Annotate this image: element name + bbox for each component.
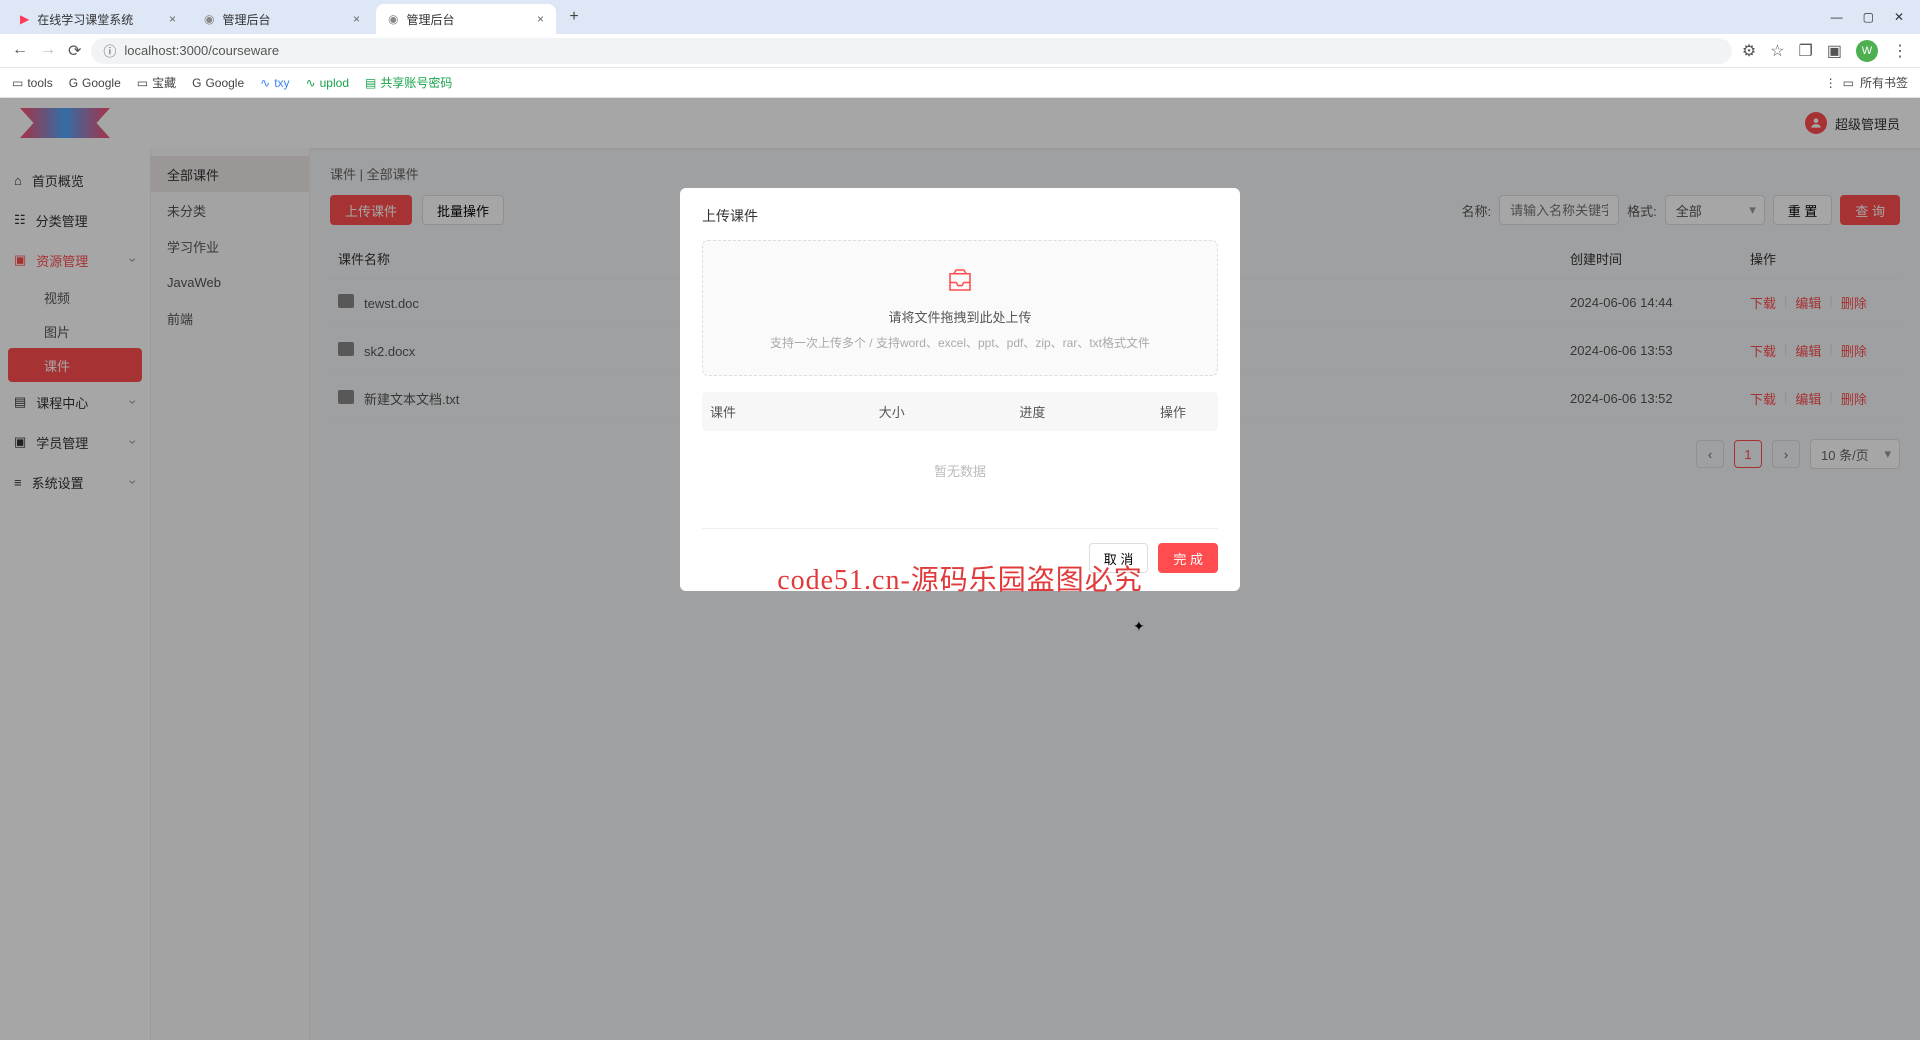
new-tab-button[interactable]: +	[560, 8, 588, 26]
modal-title: 上传课件	[702, 206, 1218, 226]
close-icon[interactable]: ×	[353, 12, 360, 26]
bookmark-overflow-icon[interactable]: ⋮	[1825, 76, 1837, 90]
reload-icon[interactable]: ⟳	[68, 41, 81, 61]
upload-modal: 上传课件 请将文件拖拽到此处上传 支持一次上传多个 / 支持word、excel…	[680, 188, 1240, 591]
bookmark-item[interactable]: ▭ 宝藏	[137, 74, 176, 91]
bookmark-item[interactable]: ∿ uplod	[306, 76, 349, 90]
address-bar: ← → ⟳ ⓘ localhost:3000/courseware ⚙ ☆ ❐ …	[0, 34, 1920, 68]
menu-icon[interactable]: ⋮	[1892, 41, 1908, 61]
url-input[interactable]: ⓘ localhost:3000/courseware	[91, 38, 1731, 64]
side-panel-icon[interactable]: ▣	[1827, 41, 1842, 61]
upload-table-header: 课件 大小 进度 操作	[702, 392, 1218, 431]
upload-col-name: 课件	[710, 402, 879, 421]
cancel-button[interactable]: 取 消	[1089, 543, 1149, 573]
site-info-icon[interactable]: ⓘ	[103, 41, 116, 60]
profile-avatar[interactable]: W	[1856, 40, 1878, 62]
translate-icon[interactable]: ⚙	[1742, 41, 1756, 61]
back-icon[interactable]: ←	[12, 41, 28, 61]
bookmark-item[interactable]: ▭ tools	[12, 76, 53, 90]
bookmark-item[interactable]: G Google	[69, 76, 121, 90]
bookmarks-bar: ▭ tools G Google ▭ 宝藏 G Google ∿ txy ∿ u…	[0, 68, 1920, 98]
inbox-icon	[943, 265, 977, 295]
browser-tab-2[interactable]: ◉ 管理后台 ×	[192, 4, 372, 34]
bookmark-item[interactable]: ▤ 共享账号密码	[365, 74, 452, 91]
extensions-icon[interactable]: ❐	[1799, 41, 1813, 61]
window-controls: — ▢ ✕	[1831, 10, 1912, 24]
upload-empty-state: 暂无数据	[702, 431, 1218, 510]
confirm-button[interactable]: 完 成	[1158, 543, 1218, 573]
dropzone-hint: 支持一次上传多个 / 支持word、excel、ppt、pdf、zip、rar、…	[715, 334, 1205, 351]
close-icon[interactable]: ×	[169, 12, 176, 26]
dropzone-text: 请将文件拖拽到此处上传	[715, 307, 1205, 326]
tab-favicon: ▶	[20, 12, 29, 26]
browser-tab-1[interactable]: ▶ 在线学习课堂系统 ×	[8, 4, 188, 34]
tab-favicon: ◉	[388, 12, 398, 26]
upload-dropzone[interactable]: 请将文件拖拽到此处上传 支持一次上传多个 / 支持word、excel、ppt、…	[702, 240, 1218, 376]
modal-overlay[interactable]: 上传课件 请将文件拖拽到此处上传 支持一次上传多个 / 支持word、excel…	[0, 98, 1920, 1040]
all-bookmarks-label[interactable]: 所有书签	[1860, 74, 1908, 91]
maximize-icon[interactable]: ▢	[1863, 10, 1874, 24]
browser-tabs: ▶ 在线学习课堂系统 × ◉ 管理后台 × ◉ 管理后台 × + — ▢ ✕	[0, 0, 1920, 34]
cursor-icon: ✦	[1133, 618, 1145, 635]
tab-favicon: ◉	[204, 12, 214, 26]
bookmark-item[interactable]: G Google	[192, 76, 244, 90]
upload-col-progress: 进度	[1019, 402, 1160, 421]
tab-title: 在线学习课堂系统	[37, 11, 133, 28]
folder-icon: ▭	[1843, 76, 1854, 90]
tab-title: 管理后台	[222, 11, 270, 28]
browser-tab-3[interactable]: ◉ 管理后台 ×	[376, 4, 556, 34]
upload-col-op: 操作	[1160, 402, 1210, 421]
url-text: localhost:3000/courseware	[124, 43, 279, 58]
upload-col-size: 大小	[879, 402, 1020, 421]
bookmark-item[interactable]: ∿ txy	[260, 76, 289, 90]
bookmark-star-icon[interactable]: ☆	[1770, 41, 1784, 61]
tab-title: 管理后台	[406, 11, 454, 28]
close-icon[interactable]: ×	[537, 12, 544, 26]
modal-footer: 取 消 完 成	[702, 528, 1218, 573]
minimize-icon[interactable]: —	[1831, 10, 1843, 24]
close-window-icon[interactable]: ✕	[1894, 10, 1904, 24]
forward-icon[interactable]: →	[40, 41, 56, 61]
